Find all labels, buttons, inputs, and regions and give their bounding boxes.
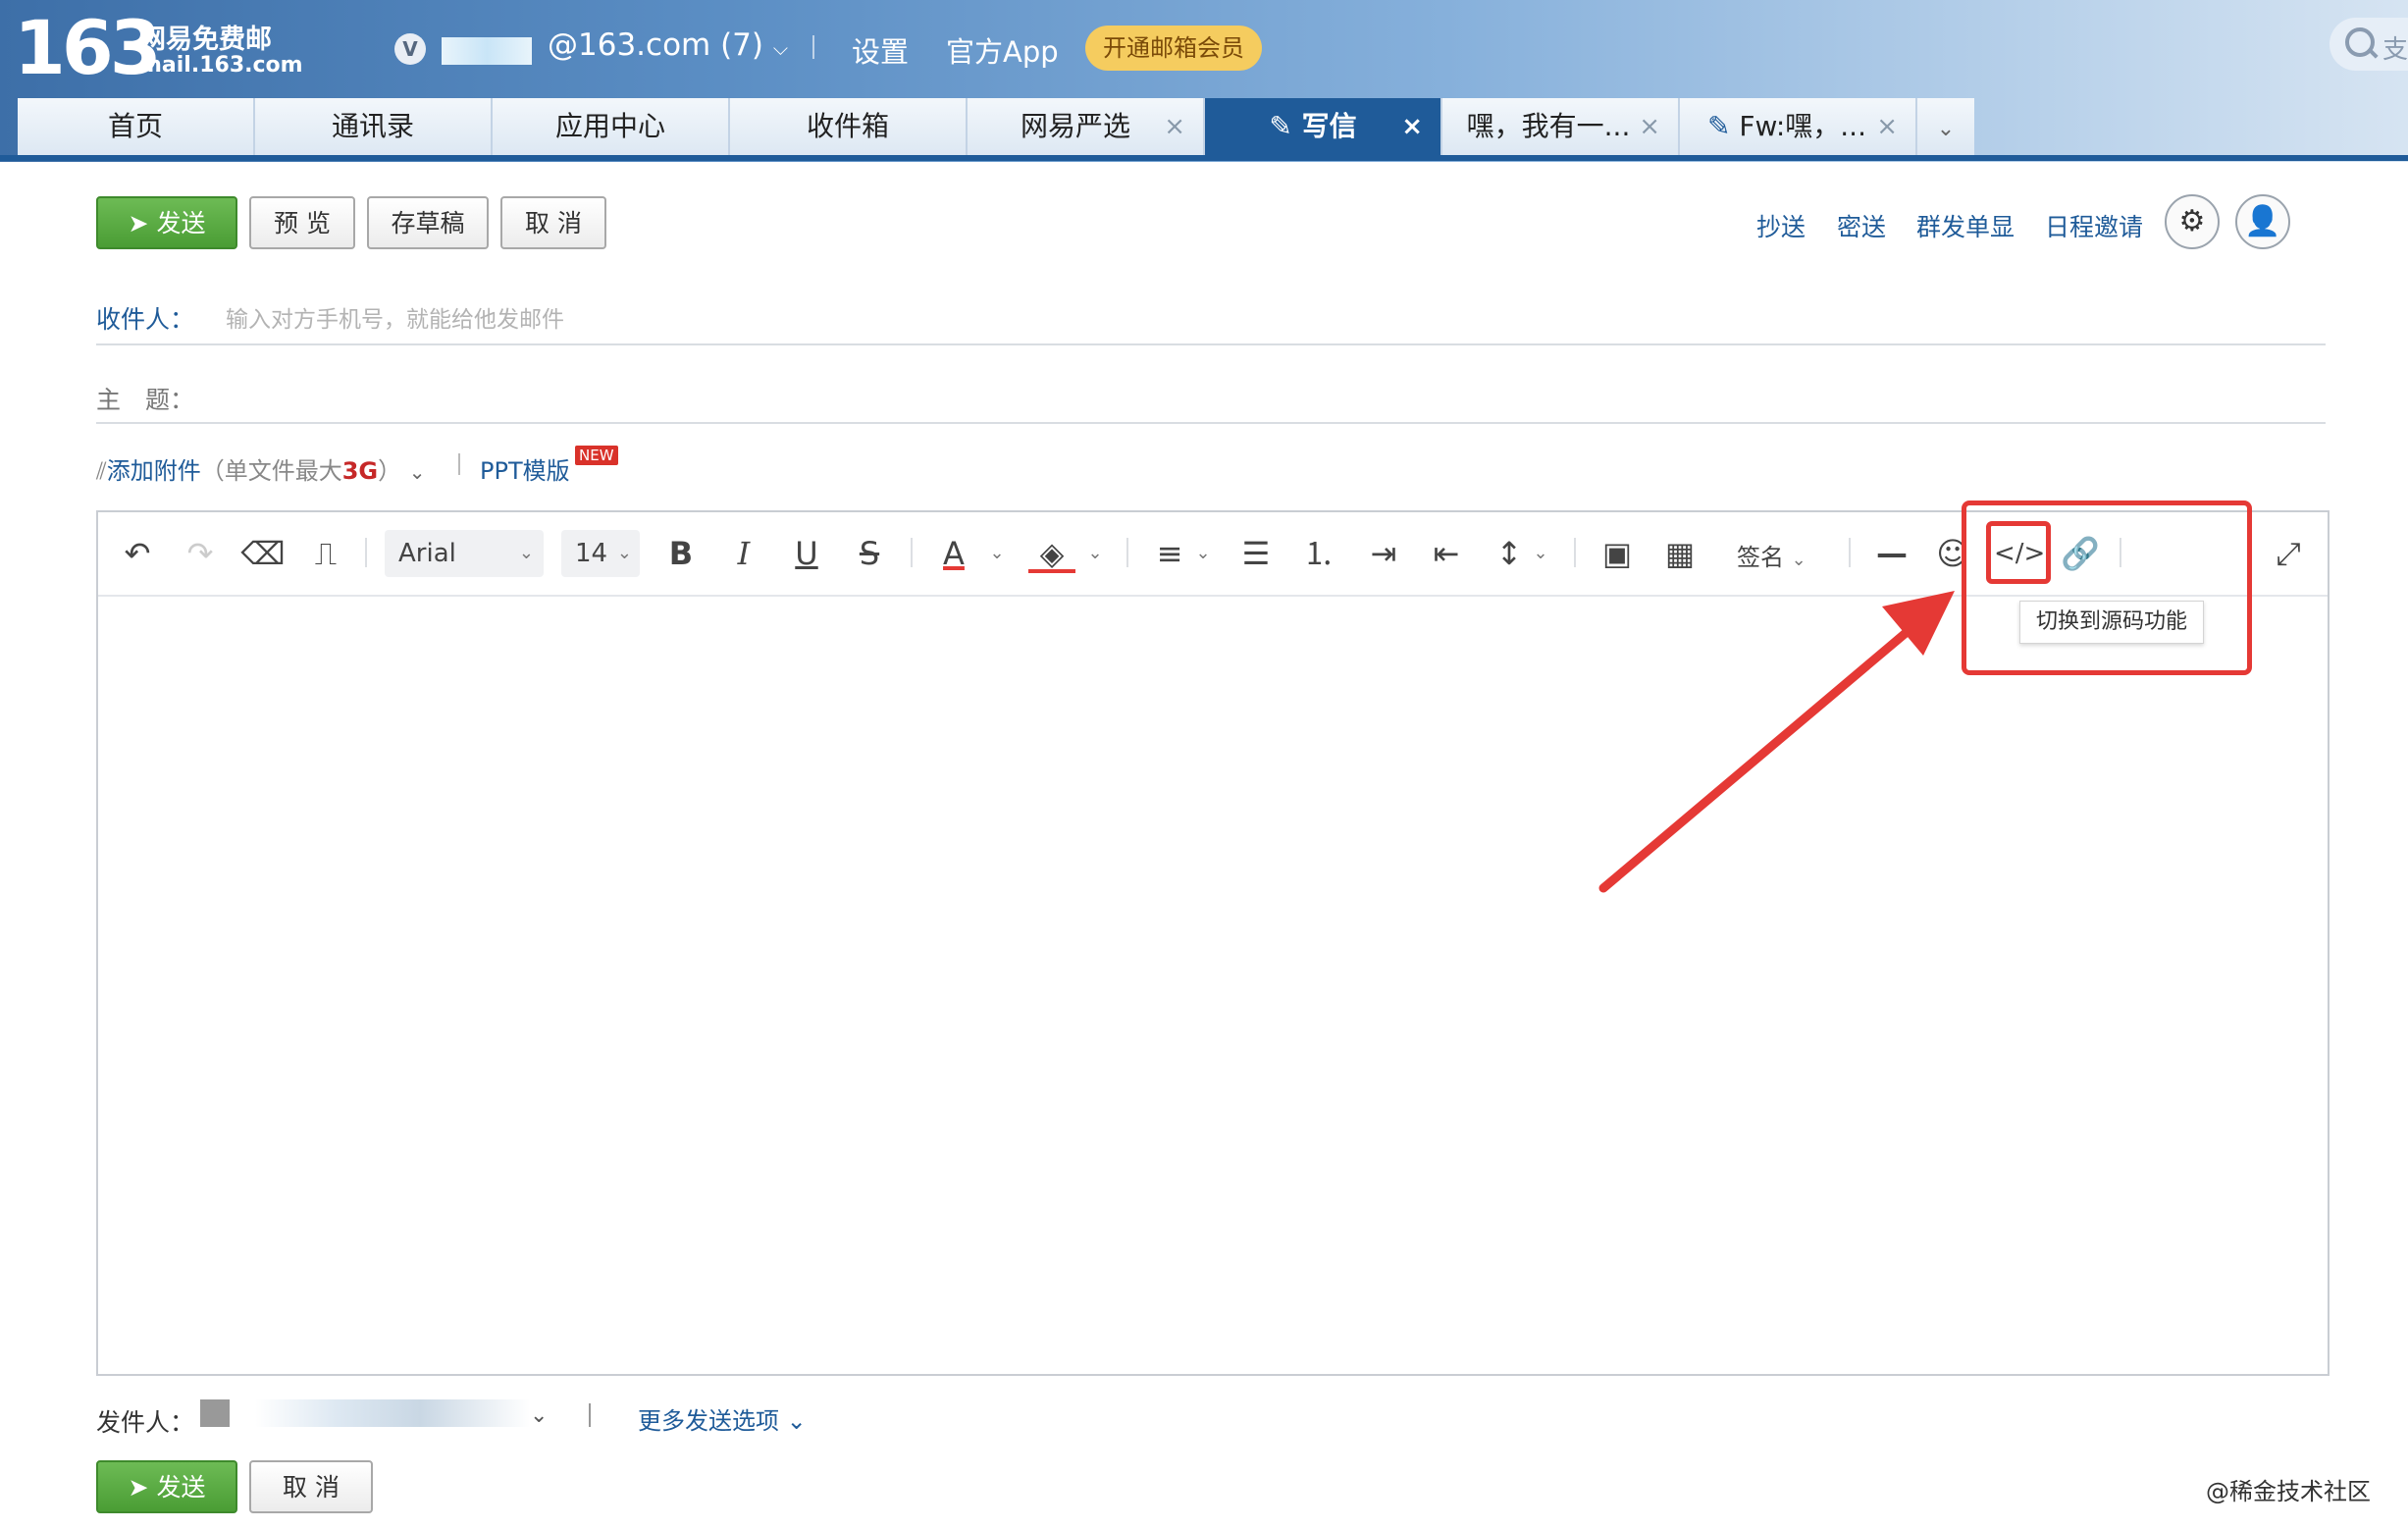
more-send-options-link[interactable]: 更多发送选项 ⌄ [638,1401,807,1436]
send-button-bottom[interactable]: ➤ 发送 [96,1460,237,1513]
watermark: @稀金技术社区 [2206,1478,2371,1505]
sender-label: 发件人： [96,1408,195,1437]
chevron-down-icon: ⌄ [530,1403,549,1428]
separator [589,1403,591,1427]
cancel-button-bottom[interactable]: 取 消 [249,1460,373,1513]
sender-select[interactable]: ⌄ [530,1403,548,1428]
paper-plane-icon: ➤ [128,1473,149,1502]
annotation-arrow [1598,591,1955,893]
sender-redacted [255,1399,530,1427]
sender-avatar [200,1399,230,1427]
double-chevron-down-icon: ⌄ [786,1407,807,1435]
more-options-label: 更多发送选项 [638,1407,779,1435]
send-label: 发送 [156,1473,206,1502]
